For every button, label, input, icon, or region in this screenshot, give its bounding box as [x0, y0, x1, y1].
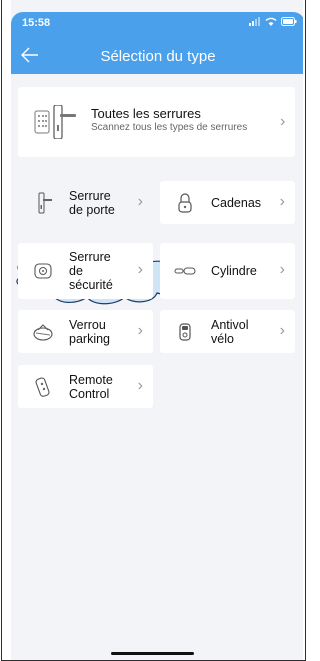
remote-control-icon: [35, 377, 50, 397]
signal-icon: [249, 17, 260, 26]
tile-label: Verrou parking: [69, 317, 110, 346]
tile-label: Remote Control: [69, 372, 113, 401]
parking-lock-icon: [33, 324, 53, 341]
chevron-right-icon: ›: [279, 322, 285, 339]
safe-lock-icon: [34, 263, 52, 279]
chevron-right-icon: ›: [279, 193, 285, 210]
bike-lock-icon: [179, 323, 191, 341]
home-indicator[interactable]: [111, 652, 194, 655]
tile-label: Serrure de porte: [69, 188, 115, 217]
tile-safe-lock[interactable]: Serrure de sécurité ›: [18, 243, 153, 299]
chevron-right-icon: ›: [137, 377, 143, 394]
phone-frame: 15:58 Sélection du type Toutes les serru…: [1, 0, 306, 661]
tile-door-lock[interactable]: Serrure de porte ›: [18, 181, 153, 224]
chevron-right-icon: ›: [137, 193, 143, 210]
tile-cylinder[interactable]: Cylindre ›: [160, 243, 295, 299]
tile-padlock[interactable]: Cadenas ›: [160, 181, 295, 224]
status-icons: [249, 17, 297, 26]
chevron-right-icon: ›: [137, 261, 143, 278]
battery-icon: [281, 17, 297, 26]
all-locks-subtitle: Scannez tous les types de serrures: [91, 122, 248, 133]
page-title: Sélection du type: [100, 48, 216, 65]
tile-label: Antivol vélo: [211, 317, 249, 346]
app-header: 15:58 Sélection du type: [11, 12, 305, 74]
wifi-icon: [265, 17, 277, 26]
content-area: Toutes les serrures Scannez tous les typ…: [11, 74, 305, 660]
tile-remote-control[interactable]: Remote Control ›: [18, 365, 153, 408]
tile-bike-lock[interactable]: Antivol vélo ›: [160, 310, 295, 353]
keypad-lock-icon: [34, 105, 76, 139]
chevron-right-icon: ›: [137, 322, 143, 339]
door-lock-icon: [38, 192, 52, 214]
padlock-icon: [178, 193, 192, 213]
all-locks-title: Toutes les serrures: [91, 106, 201, 121]
tile-label: Serrure de sécurité: [69, 250, 113, 292]
status-time: 15:58: [22, 17, 51, 29]
tile-label: Cadenas: [211, 195, 262, 210]
tile-parking-lock[interactable]: Verrou parking ›: [18, 310, 153, 353]
all-locks-card[interactable]: Toutes les serrures Scannez tous les typ…: [18, 87, 295, 157]
chevron-right-icon: ›: [280, 113, 286, 130]
tile-label: Cylindre: [211, 264, 257, 278]
chevron-right-icon: ›: [279, 261, 285, 278]
cylinder-icon: [174, 267, 196, 275]
